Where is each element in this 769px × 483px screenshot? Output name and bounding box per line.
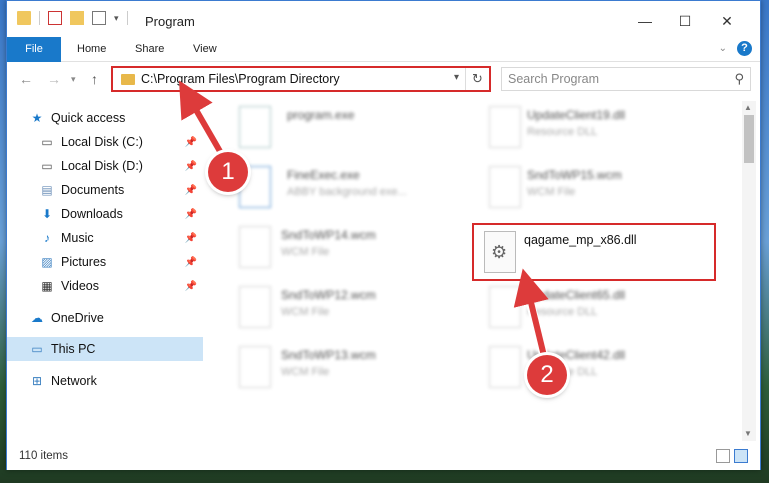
callout-1: 1 (208, 152, 248, 192)
annotation-arrows (178, 80, 550, 365)
callout-2: 2 (527, 355, 567, 395)
annotation-arrow-2-fill (513, 268, 549, 361)
annotation-arrow-1-fill (178, 80, 228, 162)
